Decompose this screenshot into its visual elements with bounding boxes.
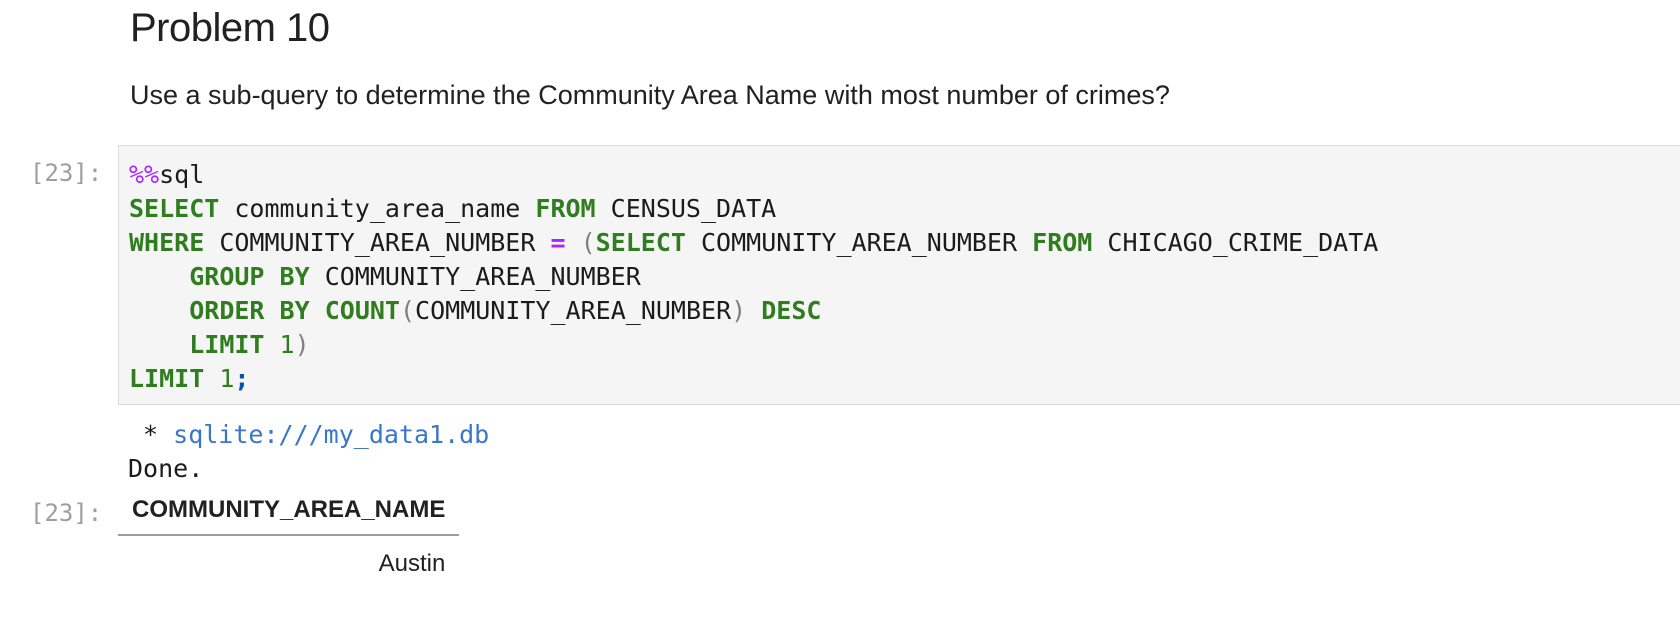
table-header-row: COMMUNITY_AREA_NAME	[118, 492, 460, 536]
table-cell: Austin	[378, 550, 446, 577]
code-col: community_area_name	[219, 194, 536, 223]
kw-where: WHERE	[129, 228, 205, 257]
kw-from: FROM	[535, 194, 596, 223]
kw-limit: LIMIT	[129, 364, 205, 393]
output-stream: * sqlite:///my_data1.db Done.	[128, 418, 489, 486]
connection-string: sqlite:///my_data1.db	[173, 420, 490, 449]
input-prompt: [23]:	[30, 159, 103, 187]
cell-magic-symbol: %%	[129, 160, 160, 189]
result-table: COMMUNITY_AREA_NAME Austin	[118, 492, 460, 586]
kw-limit: LIMIT	[189, 330, 265, 359]
code-col: COMMUNITY_AREA_NUMBER	[204, 228, 551, 257]
kw-order: ORDER	[189, 296, 265, 325]
kw-by: BY	[279, 296, 310, 325]
kw-from: FROM	[1032, 228, 1093, 257]
cell-magic-name: sql	[159, 160, 205, 189]
problem-heading: Problem 10	[130, 6, 330, 50]
code-semicolon: ;	[234, 364, 250, 393]
code-paren: (	[399, 296, 416, 325]
stream-prefix: *	[128, 420, 174, 449]
code-paren: )	[294, 330, 310, 359]
code-number: 1	[219, 364, 235, 393]
code-table: CHICAGO_CRIME_DATA	[1092, 228, 1379, 257]
sql-code[interactable]: %%sql SELECT community_area_name FROM CE…	[129, 158, 1378, 396]
code-col: COMMUNITY_AREA_NUMBER	[309, 262, 641, 291]
code-cell-editor[interactable]: %%sql SELECT community_area_name FROM CE…	[118, 145, 1680, 405]
kw-by: BY	[279, 262, 310, 291]
problem-description: Use a sub-query to determine the Communi…	[130, 80, 1170, 110]
kw-desc: DESC	[761, 296, 822, 325]
code-table: CENSUS_DATA	[595, 194, 777, 223]
kw-group: GROUP	[189, 262, 265, 291]
table-row: Austin	[118, 535, 459, 586]
code-col: COMMUNITY_AREA_NUMBER	[685, 228, 1033, 257]
code-number: 1	[279, 330, 295, 359]
kw-count: COUNT	[324, 296, 400, 325]
kw-select: SELECT	[129, 194, 220, 223]
code-paren: (	[580, 228, 596, 257]
code-operator: =	[550, 228, 566, 257]
code-paren: )	[731, 296, 747, 325]
column-header: COMMUNITY_AREA_NAME	[118, 492, 460, 536]
kw-select: SELECT	[595, 228, 686, 257]
done-text: Done.	[128, 454, 204, 483]
code-col: COMMUNITY_AREA_NUMBER	[415, 296, 732, 325]
output-prompt: [23]:	[30, 499, 103, 527]
notebook: Problem 10 Use a sub-query to determine …	[0, 0, 1680, 630]
